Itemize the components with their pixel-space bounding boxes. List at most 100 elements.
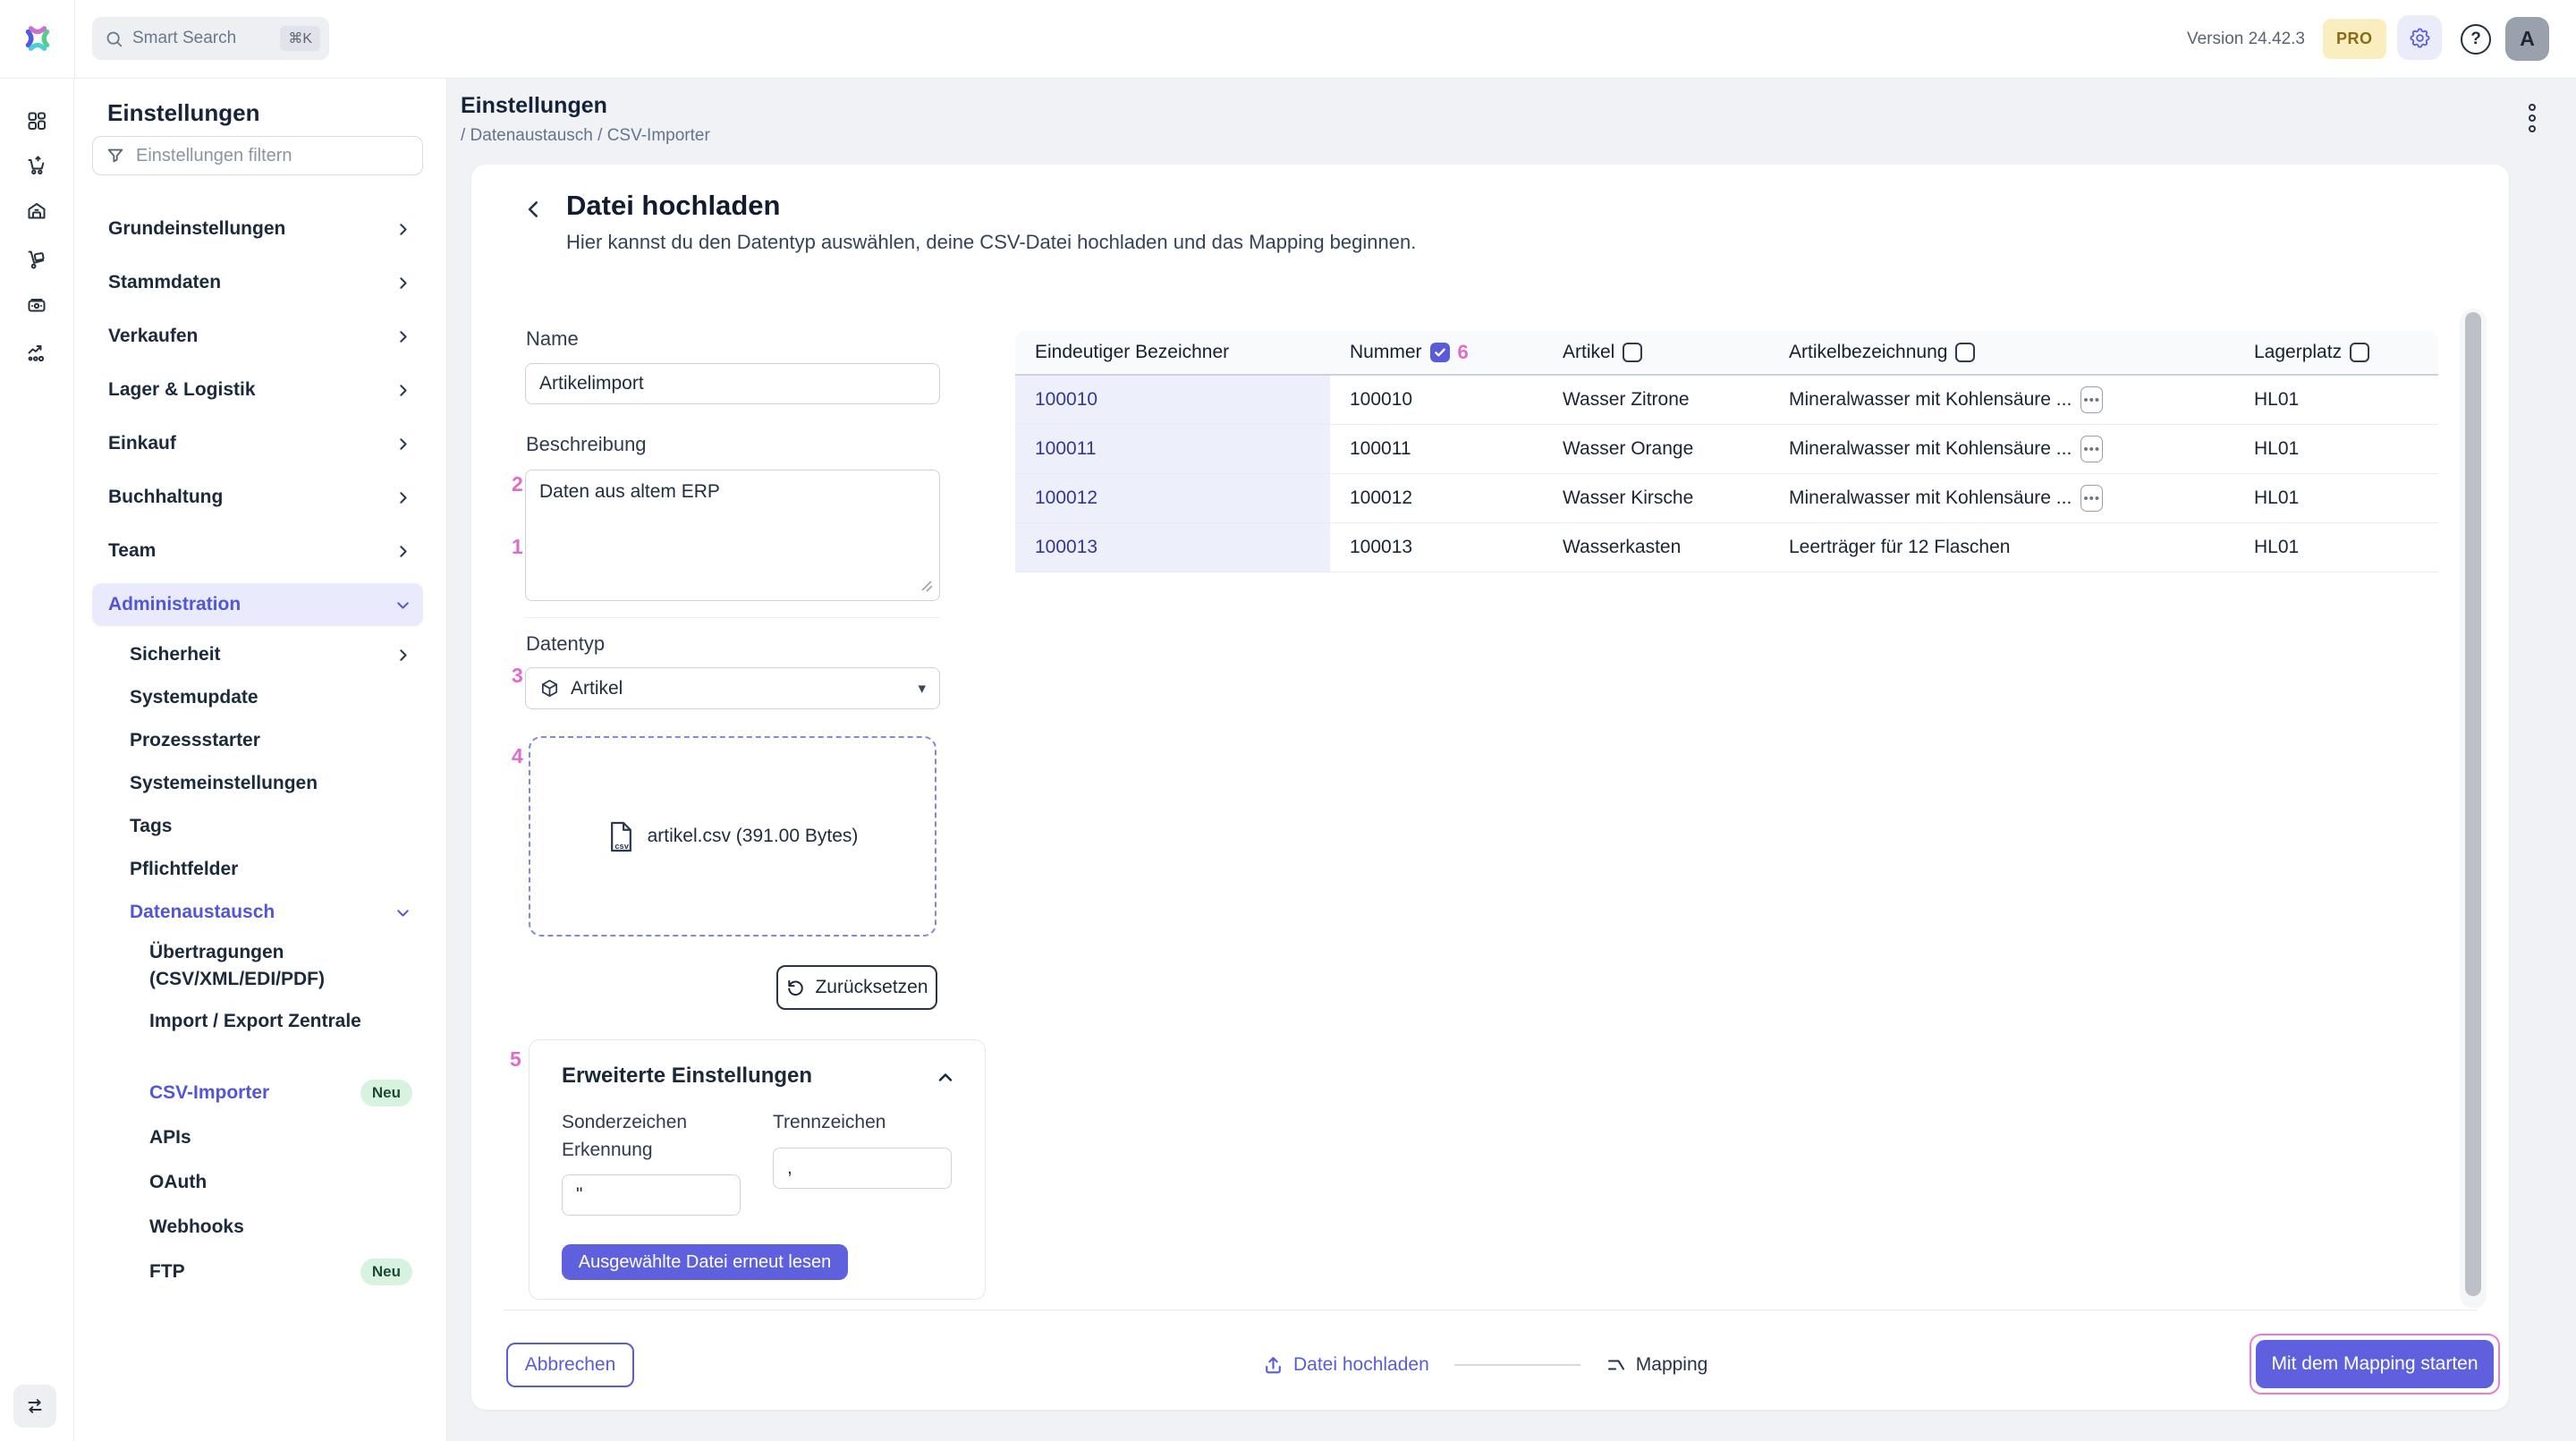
settings-gear-button[interactable] (2397, 15, 2442, 60)
sidebar-item-buchhaltung[interactable]: Buchhaltung (92, 476, 423, 519)
back-button[interactable] (518, 193, 550, 225)
mapping-icon (1606, 1354, 1627, 1376)
sidebar-item-oauth[interactable]: OAuth (137, 1165, 423, 1200)
table-scrollbar[interactable] (2460, 309, 2487, 1309)
search-input[interactable] (132, 29, 271, 48)
cell-value: HL01 (2254, 438, 2299, 460)
sidebar-item-label: Lager & Logistik (108, 379, 256, 401)
special-char-label: Sonderzeichen Erkennung (562, 1108, 750, 1164)
file-dropzone[interactable]: csv artikel.csv (391.00 Bytes) (529, 736, 936, 937)
cell-eindeutiger-bezeichner[interactable]: 100011 (1015, 425, 1330, 473)
settings-filter[interactable] (92, 136, 423, 175)
column-checkbox[interactable] (1623, 343, 1642, 362)
cell-lagerplatz: HL01 (2234, 425, 2438, 473)
description-label: Beschreibung (526, 433, 647, 456)
more-options-button[interactable] (2519, 102, 2546, 141)
sidebar-item-datenaustausch[interactable]: Datenaustausch (117, 894, 423, 930)
description-textarea[interactable]: Daten aus altem ERP (525, 470, 940, 601)
nav-logistics-button[interactable] (15, 240, 58, 279)
collapse-panel-button[interactable] (935, 1067, 956, 1089)
cell-nummer: 100012 (1330, 474, 1543, 522)
sidebar-nav-list: Grundeinstellungen Stammdaten Verkaufen Lag… (92, 208, 423, 1299)
datatype-select[interactable]: Artikel ▾ (525, 667, 940, 709)
user-avatar[interactable]: A (2505, 17, 2549, 61)
sidebar-item-stammdaten[interactable]: Stammdaten (92, 261, 423, 304)
nav-finance-button[interactable] (15, 285, 58, 325)
cell-value: Mineralwasser mit Kohlensäure ... (1789, 389, 2072, 411)
sidebar-item-verkaufen[interactable]: Verkaufen (92, 315, 423, 358)
sidebar-item-label: Stammdaten (108, 272, 221, 293)
cell-artikelbezeichnung: Mineralwasser mit Kohlensäure ...••• (1769, 425, 2234, 473)
collapse-sidebar-button[interactable] (13, 1385, 56, 1428)
main-content: Einstellungen / Datenaustausch / CSV-Imp… (447, 79, 2576, 1441)
cancel-button[interactable]: Abbrechen (506, 1343, 634, 1387)
sidebar-item-csv-importer[interactable]: CSV-ImporterNeu (137, 1075, 423, 1111)
sidebar-item-ftp[interactable]: FTPNeu (137, 1254, 423, 1290)
cell-value: Wasser Kirsche (1563, 487, 1693, 509)
cell-value: 100010 (1350, 389, 1412, 411)
column-checkbox[interactable] (2350, 343, 2369, 362)
reread-file-button[interactable]: Ausgewählte Datei erneut lesen (562, 1244, 848, 1280)
card-subtitle: Hier kannst du den Datentyp auswählen, d… (566, 231, 1416, 254)
cell-eindeutiger-bezeichner[interactable]: 100013 (1015, 523, 1330, 572)
sidebar-item-einkauf[interactable]: Einkauf (92, 422, 423, 465)
expand-text-button[interactable]: ••• (2080, 386, 2103, 413)
start-mapping-button[interactable]: Mit dem Mapping starten (2256, 1340, 2494, 1388)
help-button[interactable]: ? (2461, 24, 2491, 55)
reset-button[interactable]: Zurücksetzen (776, 965, 937, 1010)
sidebar-item-tags[interactable]: Tags (117, 809, 423, 844)
separator-input[interactable] (773, 1148, 952, 1189)
nav-sales-cart-button[interactable] (15, 146, 58, 185)
expand-text-button[interactable]: ••• (2080, 436, 2103, 462)
filter-funnel-icon (106, 146, 125, 165)
scrollbar-thumb[interactable] (2465, 312, 2481, 1296)
sidebar-item-apis[interactable]: APIs (137, 1120, 423, 1156)
column-checkbox[interactable] (1955, 343, 1975, 362)
app-logo-icon[interactable] (20, 15, 55, 62)
sidebar-item-administration[interactable]: Administration (92, 583, 423, 626)
step-mapping[interactable]: Mapping (1606, 1354, 1708, 1376)
sidebar-item-systemeinstellungen[interactable]: Systemeinstellungen (117, 766, 423, 801)
nav-warehouse-button[interactable] (15, 191, 58, 231)
card-heading: Datei hochladen (566, 190, 780, 222)
sidebar-item-label: Webhooks (149, 1216, 244, 1238)
smart-search[interactable]: ⌘K (92, 17, 329, 60)
sidebar-item-lager-logistik[interactable]: Lager & Logistik (92, 369, 423, 411)
column-label: Artikel (1563, 342, 1614, 363)
nav-reports-button[interactable] (15, 333, 58, 372)
sidebar-item-systemupdate[interactable]: Systemupdate (117, 680, 423, 716)
sidebar-item-grundeinstellungen[interactable]: Grundeinstellungen (92, 208, 423, 250)
sidebar-item-label: Sicherheit (130, 644, 221, 665)
sidebar-item-label: Team (108, 540, 156, 562)
cell-eindeutiger-bezeichner[interactable]: 100010 (1015, 376, 1330, 424)
settings-filter-input[interactable] (136, 146, 410, 166)
step-upload[interactable]: Datei hochladen (1262, 1354, 1429, 1377)
expand-text-button[interactable]: ••• (2080, 485, 2103, 512)
sidebar-item-übertragungen-csv-xml-edi-pdf[interactable]: Übertragungen (CSV/XML/EDI/PDF) (137, 937, 423, 995)
column-checkbox-checked[interactable] (1430, 343, 1450, 362)
sidebar-item-label: Systemeinstellungen (130, 773, 318, 794)
column-header-artikelbezeichnung: Artikelbezeichnung (1769, 331, 2234, 374)
nav-dashboard-button[interactable] (15, 101, 58, 140)
new-badge: Neu (360, 1259, 412, 1285)
sidebar-item-team[interactable]: Team (92, 530, 423, 572)
chevron-right-icon (394, 381, 412, 400)
special-char-input[interactable] (562, 1174, 741, 1216)
cell-eindeutiger-bezeichner[interactable]: 100012 (1015, 474, 1330, 522)
sidebar-item-sicherheit[interactable]: Sicherheit (117, 637, 423, 673)
sidebar-item-pflichtfelder[interactable]: Pflichtfelder (117, 852, 423, 887)
cell-nummer: 100010 (1330, 376, 1543, 424)
name-input[interactable] (525, 363, 940, 404)
reset-label: Zurücksetzen (815, 977, 928, 998)
sidebar-item-prozessstarter[interactable]: Prozessstarter (117, 723, 423, 759)
csv-file-icon: csv (607, 820, 635, 853)
sidebar-item-label: Buchhaltung (108, 487, 223, 508)
sidebar-item-import-export-zentrale[interactable]: Import / Export Zentrale (137, 1004, 423, 1039)
table-row: 100013100013WasserkastenLeerträger für 1… (1015, 523, 2438, 572)
cell-artikelbezeichnung: Mineralwasser mit Kohlensäure ...••• (1769, 474, 2234, 522)
column-header-artikel: Artikel (1543, 331, 1769, 374)
step-marker-5: 5 (510, 1047, 521, 1072)
table-header-row: Eindeutiger BezeichnerNummer6ArtikelArti… (1015, 331, 2438, 376)
sidebar-item-webhooks[interactable]: Webhooks (137, 1209, 423, 1245)
cell-artikel: Wasserkasten (1543, 523, 1769, 572)
